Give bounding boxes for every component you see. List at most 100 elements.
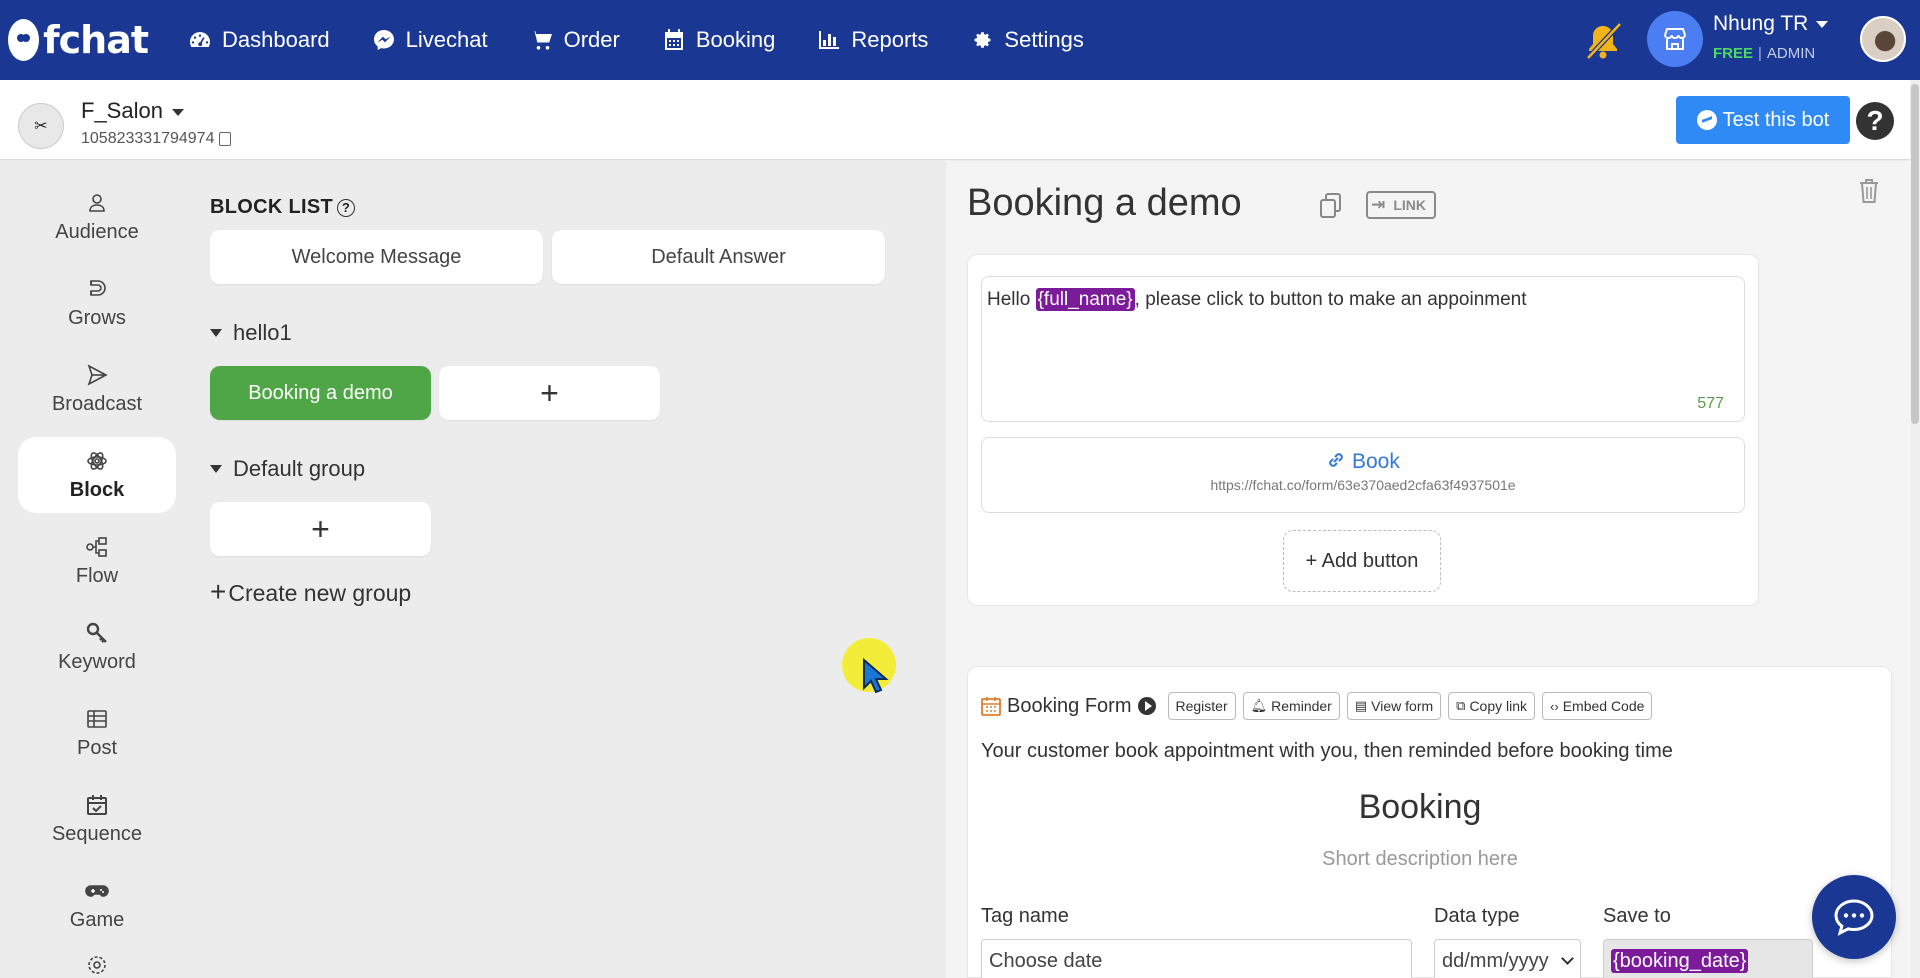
page-header: ✂ F_Salon 105823331794974 Test this bot …	[0, 80, 1910, 160]
form-icon: ▤	[1354, 698, 1368, 713]
create-group-label: Create new group	[228, 580, 412, 606]
save-to-field[interactable]: {booking_date}	[1603, 939, 1813, 978]
message-textarea[interactable]: Hello {full_name}, please click to butto…	[981, 276, 1745, 422]
magnet-icon	[90, 279, 106, 296]
embed-code-chip[interactable]: ‹› Embed Code	[1542, 692, 1653, 720]
link-button[interactable]: LINK	[1366, 191, 1436, 219]
user-icon	[89, 193, 105, 212]
block-welcome-message[interactable]: Welcome Message	[210, 230, 543, 284]
variable-chip[interactable]: {full_name}	[1035, 288, 1135, 311]
fchat-logo[interactable]: fchat	[8, 18, 149, 62]
form-preview-subtitle[interactable]: Short description here	[1100, 848, 1740, 871]
calendar-icon	[664, 29, 683, 50]
sidebar-item-label: Game	[69, 908, 125, 931]
data-type-select[interactable]: dd/mm/yyyy	[1434, 939, 1581, 978]
sidebar-item-label: Post	[76, 736, 118, 759]
book-url-button[interactable]: Book https://fchat.co/form/63e370aed2cfa…	[981, 437, 1745, 513]
chip-label: Copy link	[1469, 698, 1528, 714]
add-block-button[interactable]: +	[439, 366, 660, 420]
send-icon	[87, 363, 108, 386]
copy-link-chip[interactable]: ⧉ Copy link	[1448, 692, 1536, 720]
user-role: ADMIN	[1766, 45, 1816, 62]
add-button[interactable]: + Add button	[1283, 530, 1441, 592]
sidebar-item-label: Keyword	[58, 650, 136, 673]
nav-livechat[interactable]: Livechat	[372, 27, 488, 53]
page-name-dropdown[interactable]: F_Salon	[81, 98, 184, 124]
test-bot-label: Test this bot	[1722, 108, 1830, 131]
nav-dashboard[interactable]: Dashboard	[188, 27, 330, 53]
page-avatar[interactable]: ✂	[18, 103, 64, 149]
user-name[interactable]: Nhung TR	[1713, 12, 1828, 36]
char-counter: 577	[1697, 394, 1724, 412]
plus-icon: +	[540, 374, 559, 411]
chip-label: Reminder	[1271, 698, 1332, 714]
chip-label: View form	[1371, 698, 1434, 714]
chevron-down-icon	[1561, 952, 1574, 965]
nav-booking[interactable]: Booking	[662, 27, 776, 53]
sidebar: Audience Grows Broadcast Block Flow Keyw…	[0, 161, 196, 978]
chip-label: Register	[1175, 698, 1228, 714]
sidebar-item-grows[interactable]: Grows	[18, 265, 176, 341]
play-video-icon[interactable]	[1137, 697, 1156, 715]
copy-icon[interactable]	[1318, 192, 1344, 220]
plus-icon: +	[311, 510, 330, 547]
block-default-answer[interactable]: Default Answer	[552, 230, 885, 284]
messenger-icon	[373, 30, 394, 50]
booking-form-description: Your customer book appointment with you,…	[981, 740, 1673, 762]
sidebar-item-block[interactable]: Block	[18, 437, 176, 513]
sidebar-item-label: Broadcast	[51, 392, 143, 415]
user-avatar[interactable]	[1860, 16, 1906, 62]
save-to-variable: {booking_date}	[1611, 949, 1749, 973]
tag-name-input[interactable]: Choose date	[981, 939, 1412, 978]
add-block-button[interactable]: +	[210, 502, 431, 556]
copy-id-icon[interactable]	[219, 131, 232, 146]
sidebar-item-flow[interactable]: Flow	[18, 523, 176, 599]
col-data-type: Data type	[1434, 905, 1520, 927]
register-chip[interactable]: Register	[1167, 692, 1236, 720]
nav-order[interactable]: Order	[530, 27, 620, 53]
trash-icon[interactable]	[1858, 178, 1880, 204]
page-id: 105823331794974	[81, 130, 232, 148]
store-avatar-icon[interactable]	[1647, 11, 1703, 67]
cursor-arrow-icon	[863, 658, 889, 694]
sidebar-item-post[interactable]: Post	[18, 695, 176, 771]
reminder-chip[interactable]: 🔔︎ Reminder	[1242, 692, 1340, 720]
chat-widget-button[interactable]	[1812, 875, 1896, 959]
create-new-group-link[interactable]: +Create new group	[210, 576, 411, 608]
nav-settings-label: Settings	[1004, 27, 1084, 52]
user-plan: FREE | ADMIN	[1713, 45, 1816, 62]
page-scrollbar-thumb[interactable]	[1911, 84, 1919, 424]
flow-icon	[86, 536, 107, 557]
data-type-value: dd/mm/yyyy	[1442, 950, 1549, 972]
table-icon	[87, 709, 107, 728]
bell-icon: 🔔︎	[1250, 698, 1268, 713]
plan-badge: FREE	[1713, 45, 1754, 62]
group-header-hello1[interactable]: hello1	[210, 320, 292, 346]
sidebar-item-game[interactable]: Game	[18, 867, 176, 943]
view-form-chip[interactable]: ▤ View form	[1346, 692, 1442, 720]
bell-off-icon[interactable]	[1580, 18, 1626, 64]
sidebar-item-broadcast[interactable]: Broadcast	[18, 351, 176, 427]
help-icon[interactable]: ?	[1856, 102, 1894, 140]
key-icon	[86, 622, 107, 643]
block-title[interactable]: Booking a demo	[967, 182, 1242, 225]
form-preview-title[interactable]: Booking	[1100, 788, 1740, 827]
help-circle-icon[interactable]: ?	[337, 199, 355, 217]
sidebar-item-keyword[interactable]: Keyword	[18, 609, 176, 685]
sidebar-item-sequence[interactable]: Sequence	[18, 781, 176, 857]
sidebar-item-label: Block	[69, 478, 125, 501]
block-booking-a-demo[interactable]: Booking a demo	[210, 366, 431, 420]
copy-icon: ⧉	[1456, 698, 1466, 713]
sidebar-item-more[interactable]	[18, 953, 176, 978]
tag-name-placeholder: Choose date	[989, 950, 1103, 972]
sidebar-item-audience[interactable]: Audience	[18, 179, 176, 255]
plus-icon: +	[210, 576, 227, 607]
gear-icon	[975, 32, 991, 48]
test-bot-button[interactable]: Test this bot	[1676, 96, 1850, 144]
nav-settings[interactable]: Settings	[970, 27, 1084, 53]
gamepad-icon	[85, 884, 109, 897]
group-header-default[interactable]: Default group	[210, 456, 365, 482]
code-icon: ‹›	[1550, 698, 1559, 714]
nav-booking-label: Booking	[695, 27, 776, 52]
nav-reports[interactable]: Reports	[817, 27, 928, 53]
